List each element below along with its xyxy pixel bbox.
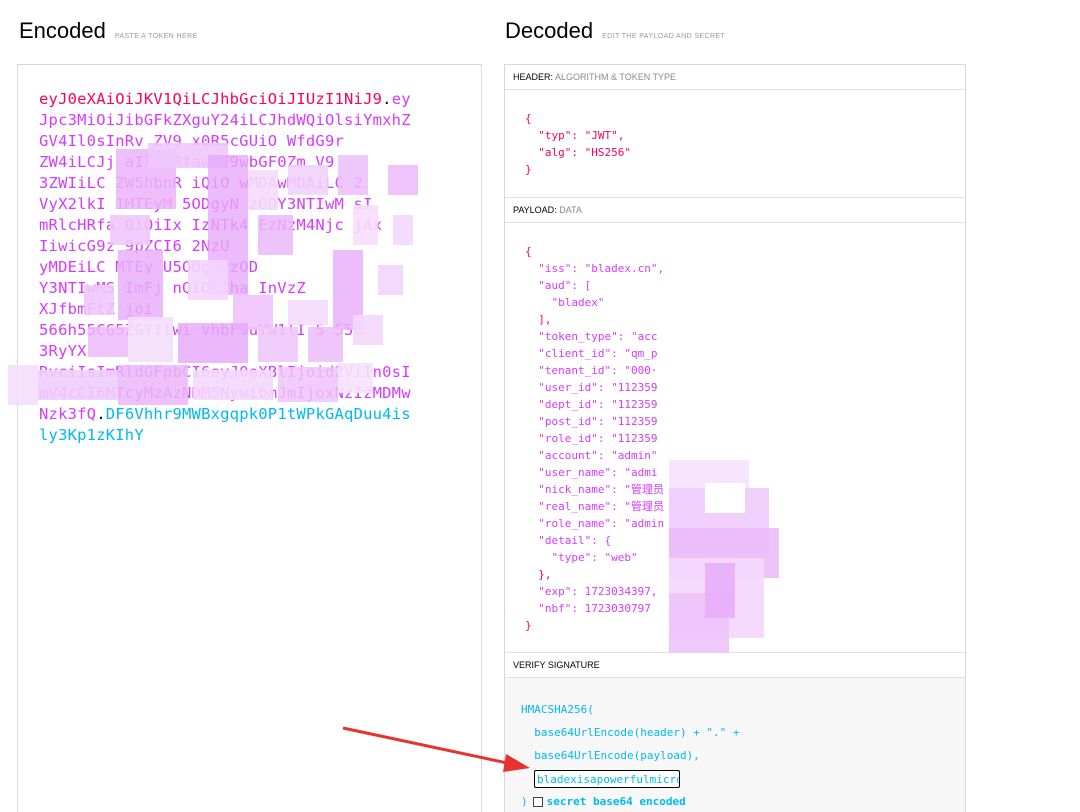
token-segment: IiwicG9z 9pZCI6 2NzU	[39, 237, 230, 255]
header-sublabel: ALGORITHM & TOKEN TYPE	[555, 72, 677, 82]
token-segment: mV4cCI6MTcyMzAzNDM5NywibmJmIjoxNzIzMDMw	[39, 384, 411, 402]
token-segment: eyJ0eXAiOiJKV1QiLCJhbGciOiJIUzI1NiJ9	[39, 90, 383, 108]
encoded-heading: Encoded PASTE A TOKEN HERE	[19, 18, 198, 44]
hmac-function-label: HMACSHA256(	[521, 703, 594, 716]
encoded-token-line: mRlcHRfa QiOiIx IzNTk4 EzNzM4Njc jAx	[39, 215, 459, 236]
hmac-header-arg: base64UrlEncode(header) + "." +	[521, 726, 740, 739]
json-line: ],	[538, 313, 552, 326]
json-line: "tenant_id": "000·	[538, 364, 658, 377]
json-line: "client_id": "qm_p	[538, 347, 658, 360]
encoded-token-line: eyJ0eXAiOiJKV1QiLCJhbGciOiJIUzI1NiJ9.ey	[39, 89, 459, 110]
header-json-editor[interactable]: { "typ": "JWT", "alg": "HS256"}	[505, 90, 965, 178]
token-segment: 3ZWIiLC ZW5hbnR iQiO wMDAwMDAiLC 2	[39, 174, 364, 192]
encoded-token-line: ly3Kp1zKIhY	[39, 425, 459, 446]
json-line: "role_name": "admin	[538, 517, 665, 530]
token-segment: DF6Vhhr9MWBxgqpk0P1tWPkGAqDuu4is	[105, 405, 411, 423]
encoded-hint: PASTE A TOKEN HERE	[114, 33, 198, 40]
payload-json-editor[interactable]: { "iss": "bladex.cn", "aud": [ "bladex" …	[505, 223, 965, 634]
token-segment: VyX2lkI 1MTEyM 5ODgyN zODY3NTIwM sI	[39, 195, 373, 213]
json-line: "type": "web"	[551, 551, 638, 564]
token-segment: .	[96, 405, 106, 423]
hmac-close-paren: )	[521, 795, 528, 808]
json-line: "user_name": "admi	[538, 466, 658, 479]
json-line: "user_id": "112359	[538, 381, 658, 394]
secret-base64-checkbox[interactable]	[532, 797, 543, 807]
token-segment: yMDEiLC MTEy U5ODg czOD	[39, 258, 259, 276]
token-segment: mRlcHRfa QiOiIx IzNTk4 EzNzM4Njc jAx	[39, 216, 383, 234]
payload-panel-title: PAYLOAD: DATA	[505, 198, 965, 223]
json-line: },	[538, 568, 552, 581]
encoded-token-line: yMDEiLC MTEy U5ODg czOD	[39, 257, 459, 278]
token-segment: ey	[391, 90, 411, 108]
encoded-token-line: 3RyYX	[39, 341, 459, 362]
json-line: "typ": "JWT",	[538, 129, 625, 142]
secret-base64-label: secret base64 encoded	[546, 795, 686, 808]
encoded-token-line: ZW4iLCJj aIlbnRfaw V9wbGF0Zm V9	[39, 152, 459, 173]
json-line: "token_type": "acc	[538, 330, 658, 343]
payload-label: PAYLOAD:	[513, 205, 557, 215]
token-segment: .	[382, 90, 392, 108]
json-line: "real_name": "管理员	[538, 500, 664, 513]
encoded-token-line: 566h55CG5ZGYIiwi vhbF9uYW1lI 5 55C	[39, 320, 459, 341]
encoded-token-line: 3ZWIiLC ZW5hbnR iQiO wMDAwMDAiLC 2	[39, 173, 459, 194]
json-line: "iss": "bladex.cn",	[538, 262, 665, 275]
token-segment: Y3NTIwMS ImFj nQiOiJha InVzZ	[39, 279, 306, 297]
token-segment: 3RyYX	[39, 342, 87, 360]
encoded-token-textarea[interactable]: eyJ0eXAiOiJKV1QiLCJhbGciOiJIUzI1NiJ9.ey J…	[8, 64, 482, 812]
encoded-token-line: Y3NTIwMS ImFj nQiOiJha InVzZ	[39, 278, 459, 299]
json-line: {	[525, 245, 532, 258]
verify-panel-title: VERIFY SIGNATURE	[505, 653, 965, 678]
encoded-token-line: Nzk3fQ.DF6Vhhr9MWBxgqpk0P1tWPkGAqDuu4is	[39, 404, 459, 425]
encoded-title: Encoded	[19, 18, 106, 43]
encoded-token-line: Jpc3MiOiJibGFkZXguY24iLCJhdWQiOlsiYmxhZ	[39, 110, 459, 131]
jwt-debugger: Encoded PASTE A TOKEN HERE Decoded EDIT …	[0, 0, 1080, 812]
encoded-token-line: RvciIsImRldGFpbCI6eyJ0eXBlIjoid2ViIn0sI	[39, 362, 459, 383]
decoded-title: Decoded	[505, 18, 594, 43]
json-line: "account": "admin"	[538, 449, 658, 462]
encoded-token-line: mV4cCI6MTcyMzAzNDM5NywibmJmIjoxNzIzMDMw	[39, 383, 459, 404]
encoded-token-text: eyJ0eXAiOiJKV1QiLCJhbGciOiJIUzI1NiJ9.ey J…	[39, 89, 459, 446]
header-label: HEADER:	[513, 72, 554, 82]
json-line: "exp": 1723034397,	[538, 585, 658, 598]
json-line: "aud": [	[538, 279, 592, 292]
token-segment: Nzk3fQ	[39, 405, 97, 423]
token-segment: GV4Il0sInRv ZV9 x0R5cGUiO WfdG9r	[39, 132, 345, 150]
token-segment: Jpc3MiOiJibGFkZXguY24iLCJhdWQiOlsiYmxhZ	[39, 111, 411, 129]
decoded-panels: HEADER: ALGORITHM & TOKEN TYPE { "typ": …	[504, 64, 966, 812]
token-segment: ZW4iLCJj aIlbnRfaw V9wbGF0Zm V9	[39, 153, 335, 171]
token-segment: ly3Kp1zKIhY	[39, 426, 144, 444]
json-line: }	[525, 619, 532, 632]
json-line: "dept_id": "112359	[538, 398, 658, 411]
token-segment: RvciIsImRldGFpbCI6eyJ0eXBlIjoid2ViIn0sI	[39, 363, 411, 381]
payload-panel: PAYLOAD: DATA { "iss": "bladex.cn", "aud…	[505, 198, 965, 653]
decoded-hint: EDIT THE PAYLOAD AND SECRET	[602, 33, 726, 40]
verify-signature-panel: VERIFY SIGNATURE HMACSHA256( base64UrlEn…	[505, 653, 965, 812]
encoded-token-line: IiwicG9z 9pZCI6 2NzU	[39, 236, 459, 257]
decoded-heading: Decoded EDIT THE PAYLOAD AND SECRET	[505, 18, 725, 44]
json-line: "alg": "HS256"	[538, 146, 631, 159]
hmac-payload-arg: base64UrlEncode(payload),	[521, 749, 700, 762]
secret-options-row: ) secret base64 encoded	[521, 790, 965, 812]
verify-signature-body: HMACSHA256( base64UrlEncode(header) + ".…	[505, 678, 965, 812]
token-segment: 566h55CG5ZGYIiwi vhbF9uYW1lI 5 55C	[39, 321, 364, 339]
header-panel: HEADER: ALGORITHM & TOKEN TYPE { "typ": …	[505, 65, 965, 198]
secret-row: bladexisapowerfulmicro	[521, 767, 965, 790]
json-line: }	[525, 163, 532, 176]
header-panel-title: HEADER: ALGORITHM & TOKEN TYPE	[505, 65, 965, 90]
payload-sublabel: DATA	[559, 205, 582, 215]
json-line: "nbf": 1723030797	[538, 602, 651, 615]
json-line: "post_id": "112359	[538, 415, 658, 428]
json-line: {	[525, 112, 532, 125]
encoded-token-line: GV4Il0sInRv ZV9 x0R5cGUiO WfdG9r	[39, 131, 459, 152]
json-line: "role_id": "112359	[538, 432, 658, 445]
json-line: "bladex"	[551, 296, 605, 309]
encoded-token-line: XJfbmFtZ joi	[39, 299, 459, 320]
json-line: "nick_name": "管理员	[538, 483, 664, 496]
json-line: "detail": {	[538, 534, 612, 547]
secret-input[interactable]: bladexisapowerfulmicro	[534, 770, 680, 788]
encoded-token-line: VyX2lkI 1MTEyM 5ODgyN zODY3NTIwM sI	[39, 194, 459, 215]
token-segment: XJfbmFtZ joi	[39, 300, 154, 318]
